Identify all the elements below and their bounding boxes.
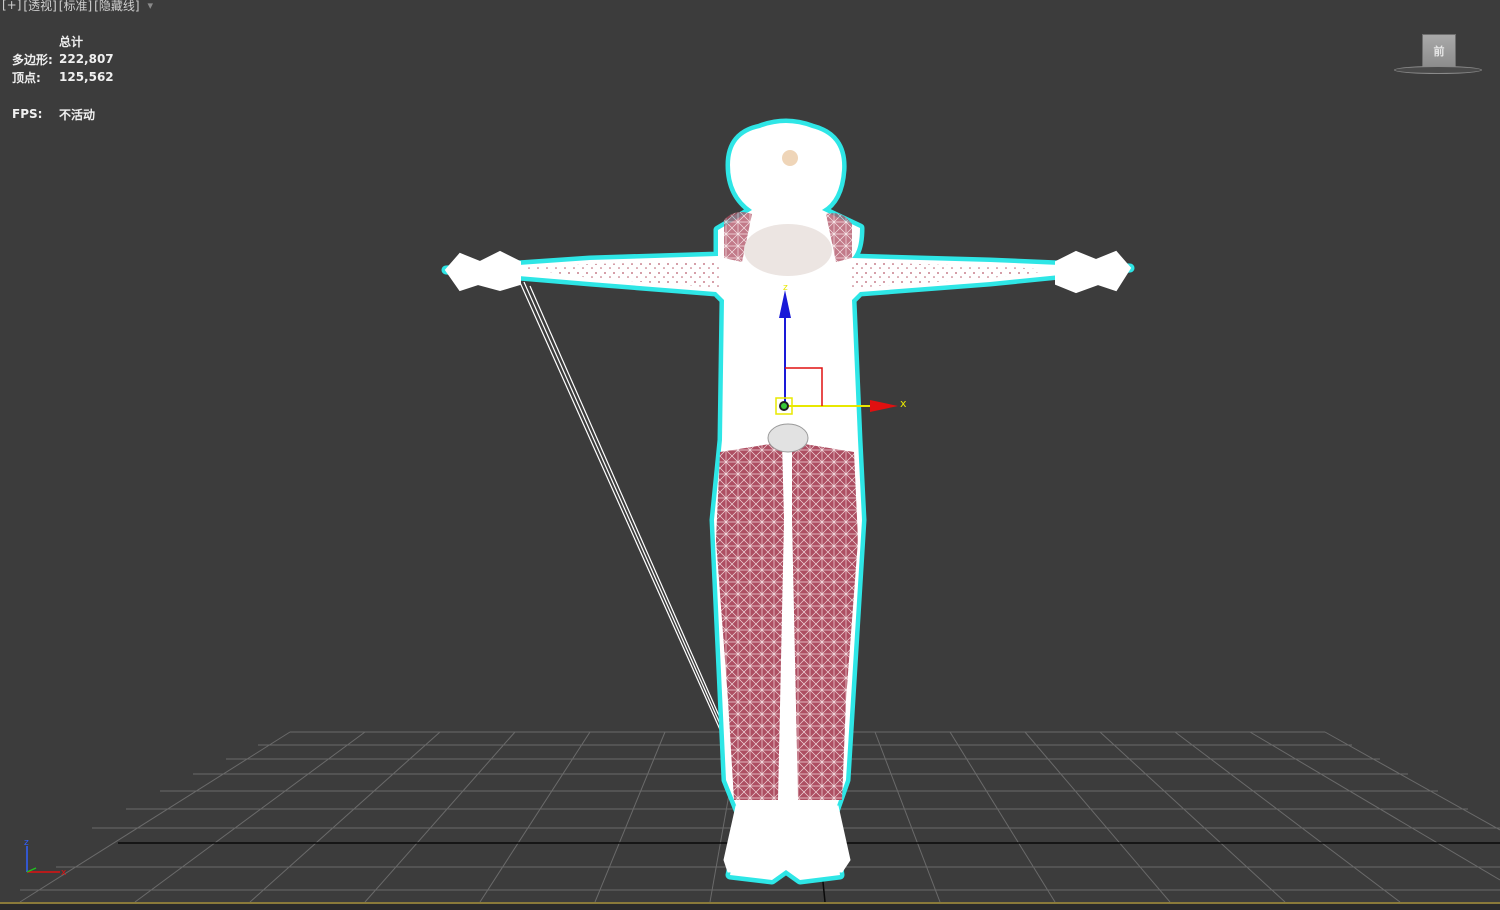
viewport-view-menu[interactable]: [透视] [23, 0, 56, 14]
bone-lines [517, 277, 743, 769]
stats-polygons-value: 222,807 [59, 52, 114, 66]
left-boot [723, 805, 783, 873]
right-hand [1055, 250, 1132, 294]
right-boot [793, 805, 851, 873]
viewcube-compass-ring[interactable] [1394, 66, 1482, 74]
tripod-x-label: x [61, 868, 67, 878]
stats-vertices-row: 顶点: 125,562 [12, 68, 114, 86]
scene-canvas[interactable]: x z z x [0, 0, 1500, 910]
stats-header: 总计 [59, 34, 84, 49]
neck-frill [744, 224, 832, 276]
viewport-label-menu[interactable]: [+] [透视] [标准] [隐藏线] ▾ [2, 0, 153, 13]
statistics-overlay: 总计 多边形: 222,807 顶点: 125,562 FPS: 不活动 [12, 32, 114, 123]
viewcube-face-front[interactable]: 前 [1422, 34, 1456, 68]
hair-ornament [782, 150, 798, 166]
stats-polygons-label: 多边形: [12, 52, 53, 67]
stats-polygons-row: 多边形: 222,807 [12, 50, 114, 68]
stats-vertices-value: 125,562 [59, 70, 114, 84]
perspective-viewport[interactable]: x z z x [+] [透视] [标准] [隐藏线] ▾ 总计 多边形: 22… [0, 0, 1500, 910]
left-hand [444, 250, 521, 292]
tripod-z-label: z [24, 838, 29, 848]
viewport-shading-standard-menu[interactable]: [标准] [59, 0, 92, 14]
character-mesh[interactable] [441, 118, 1135, 885]
axis-tripod: z x [24, 838, 67, 878]
filter-icon[interactable]: ▾ [148, 0, 154, 12]
stats-fps-label: FPS: [12, 107, 43, 121]
stats-vertices-label: 顶点: [12, 70, 41, 85]
viewcube[interactable]: 前 [1392, 32, 1484, 78]
gizmo-z-label: z [783, 283, 788, 293]
viewport-plus-menu[interactable]: [+] [2, 0, 21, 12]
stats-fps-value: 不活动 [59, 107, 96, 122]
viewport-shading-mode-menu[interactable]: [隐藏线] [94, 0, 139, 14]
gizmo-x-label: x [900, 397, 907, 410]
stats-fps-row: FPS: 不活动 [12, 105, 114, 123]
belt-ornament [767, 423, 809, 453]
viewport-bottom-border [0, 902, 1500, 910]
